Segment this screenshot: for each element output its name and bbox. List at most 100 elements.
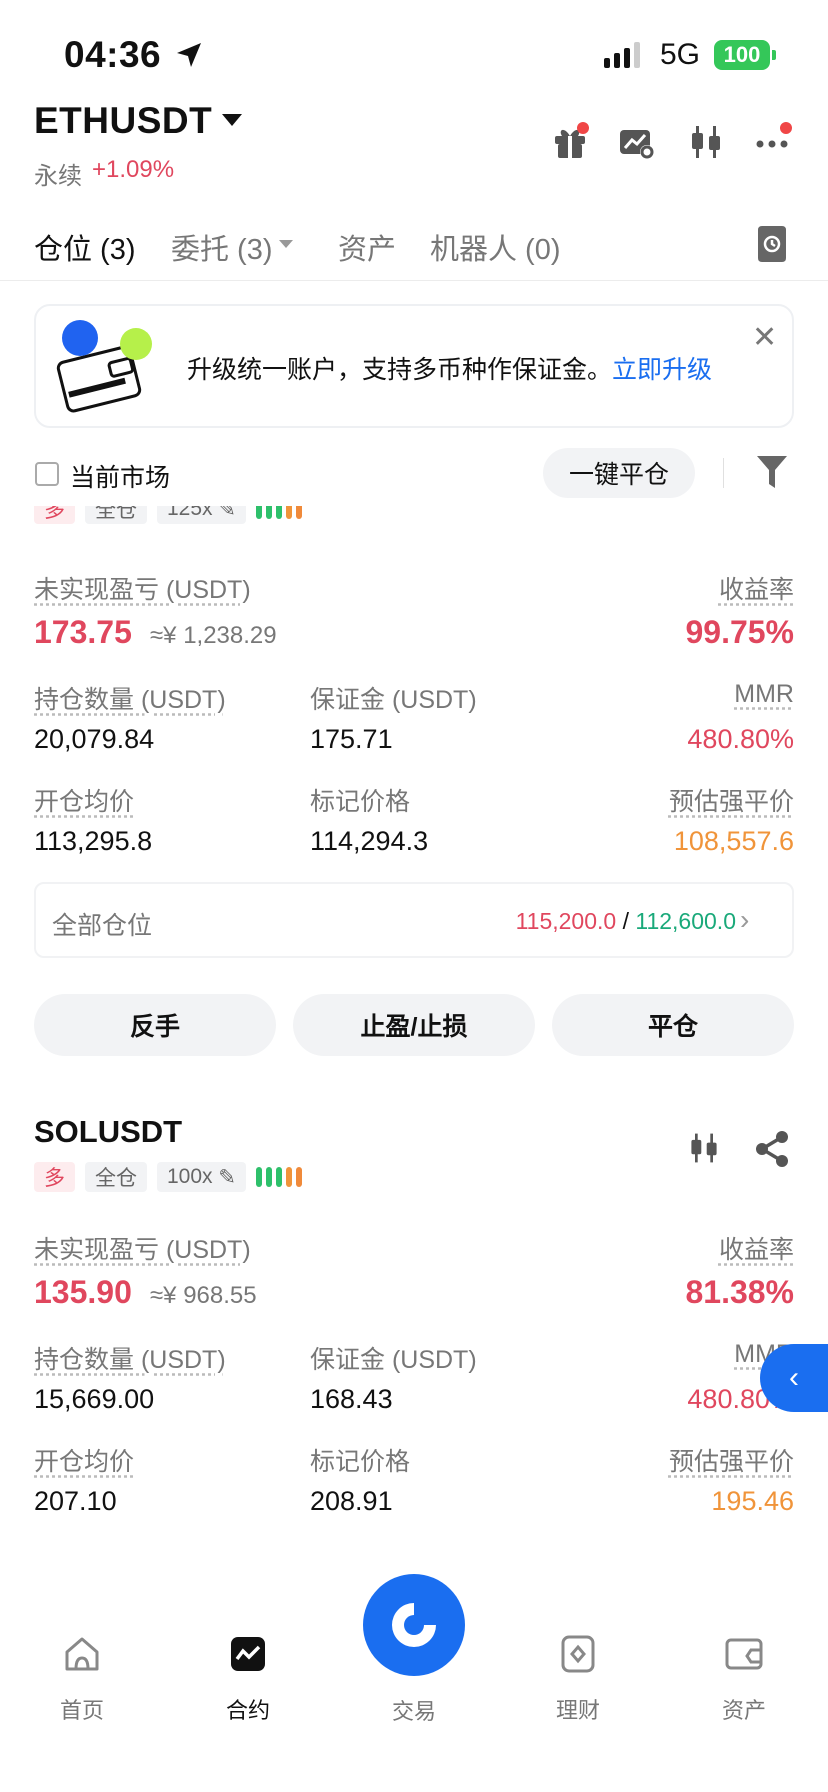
risk-bar [286, 506, 292, 519]
nav-futures[interactable]: 合约 [188, 1634, 308, 1725]
pnl-label: 未实现盈亏 (USDT) [34, 576, 251, 604]
nav-label: 合约 [225, 1698, 270, 1723]
position-size: 20,079.84 [34, 724, 155, 754]
candlestick-icon[interactable] [686, 1128, 722, 1168]
pnl-cny: ≈¥ 1,238.29 [150, 622, 277, 649]
current-market-label[interactable]: 当前市场 [70, 458, 170, 494]
pnl-cny: ≈¥ 968.55 [150, 1282, 257, 1309]
risk-bar [256, 506, 262, 519]
wallet-icon [725, 1638, 763, 1670]
tab-positions[interactable]: 仓位 (3) [34, 226, 136, 268]
tp-sl-button[interactable]: 止盈/止损 [293, 994, 535, 1056]
entry-price: 113,295.8 [34, 826, 153, 856]
tab-bots[interactable]: 机器人 (0) [430, 226, 561, 268]
size-label: 持仓数量 (USDT) [34, 686, 226, 714]
leverage-tag[interactable]: 100x ✎ [157, 1162, 246, 1192]
filter-icon[interactable] [756, 454, 788, 490]
share-icon[interactable] [754, 1130, 790, 1168]
risk-bar [296, 1167, 302, 1187]
leverage-value: 100x [167, 1165, 213, 1188]
chevron-right-icon[interactable]: › [740, 904, 749, 936]
trade-icon [392, 1603, 436, 1647]
margin-value: 168.43 [310, 1384, 393, 1414]
risk-bar [296, 506, 302, 519]
side-tag: 多 [34, 506, 75, 524]
close-all-button[interactable]: 一键平仓 [543, 448, 695, 498]
margin-mode-tag: 全仓 [85, 1162, 147, 1192]
roe-label: 收益率 [718, 576, 794, 604]
current-market-checkbox[interactable] [35, 462, 59, 486]
margin-value: 175.71 [310, 724, 393, 754]
chart-settings-icon[interactable] [616, 122, 656, 162]
earn-icon [561, 1635, 595, 1673]
mark-price-label: 标记价格 [310, 788, 411, 816]
trade-button[interactable] [363, 1574, 465, 1676]
margin-label: 保证金 (USDT) [310, 1346, 477, 1374]
nav-earn[interactable]: 理财 [518, 1634, 638, 1725]
mark-price: 114,294.3 [310, 826, 429, 856]
notification-dot [577, 122, 589, 134]
network-type: 5G [660, 38, 701, 71]
banner-text: 升级统一账户，支持多币种作保证金。 [187, 356, 613, 384]
liq-price: 108,557.6 [673, 826, 794, 856]
banner-message: 升级统一账户，支持多币种作保证金。立即升级 [187, 350, 712, 386]
take-profit-price: 115,200.0 [515, 908, 617, 934]
mark-price-label: 标记价格 [310, 1448, 411, 1476]
upgrade-link[interactable]: 立即升级 [612, 356, 712, 384]
risk-bar [276, 506, 282, 519]
mmr-label: MMR [734, 680, 794, 708]
candlestick-icon[interactable] [686, 122, 726, 162]
nav-label: 理财 [555, 1698, 600, 1723]
nav-label[interactable]: 交易 [364, 1694, 464, 1726]
risk-bar [266, 1167, 272, 1187]
location-arrow-icon [177, 43, 201, 67]
all-positions-label: 全部仓位 [52, 912, 153, 940]
entry-price: 207.10 [34, 1486, 117, 1516]
tab-orders[interactable]: 委托 (3) [171, 226, 273, 268]
risk-bar [266, 506, 272, 519]
risk-bar [256, 1167, 262, 1187]
status-time: 04:36 [64, 34, 162, 75]
entry-price-label: 开仓均价 [34, 788, 135, 816]
tab-assets[interactable]: 资产 [338, 226, 396, 268]
unrealized-pnl: 173.75 [34, 614, 132, 650]
mmr-value: 480.80% [687, 724, 794, 754]
position-tags-row: 多 全仓 125x ✎ [34, 506, 794, 536]
pnl-label: 未实现盈亏 (USDT) [34, 1236, 251, 1264]
battery-cap [772, 50, 776, 60]
wallet-illustration-icon [56, 320, 152, 413]
leverage-tag[interactable]: 125x ✎ [157, 506, 246, 524]
risk-bar [276, 1167, 282, 1187]
position-symbol[interactable]: SOLUSDT [34, 1114, 182, 1150]
close-position-button[interactable]: 平仓 [552, 994, 794, 1056]
side-tag: 多 [34, 1162, 75, 1192]
chevron-left-icon[interactable]: ‹ [760, 1344, 828, 1412]
roe-value: 99.75% [685, 614, 794, 650]
divider [0, 280, 828, 281]
battery-icon: 100 [714, 40, 770, 70]
liq-price: 195.46 [711, 1486, 794, 1516]
divider [723, 458, 724, 488]
nav-assets[interactable]: 资产 [684, 1634, 804, 1725]
separator: / [622, 908, 636, 934]
notification-dot [780, 122, 792, 134]
close-icon[interactable]: ✕ [752, 320, 777, 355]
position-tags-row: 多 全仓 100x ✎ [34, 1162, 302, 1192]
leverage-value: 125x [167, 506, 213, 520]
reverse-button[interactable]: 反手 [34, 994, 276, 1056]
unrealized-pnl: 135.90 [34, 1274, 132, 1310]
margin-mode-tag: 全仓 [85, 506, 147, 524]
size-label: 持仓数量 (USDT) [34, 1346, 226, 1374]
roe-value: 81.38% [685, 1274, 794, 1310]
mark-price: 208.91 [310, 1486, 393, 1516]
caret-down-icon[interactable] [279, 240, 293, 248]
order-history-icon[interactable] [756, 226, 788, 262]
liq-price-label: 预估强平价 [668, 1448, 794, 1476]
caret-down-icon[interactable] [222, 114, 242, 126]
signal-icon [604, 42, 640, 68]
nav-home[interactable]: 首页 [22, 1634, 142, 1725]
roe-label: 收益率 [718, 1236, 794, 1264]
margin-label: 保证金 (USDT) [310, 686, 477, 714]
symbol-selector[interactable]: ETHUSDT [34, 100, 212, 142]
edit-icon: ✎ [218, 1165, 236, 1189]
